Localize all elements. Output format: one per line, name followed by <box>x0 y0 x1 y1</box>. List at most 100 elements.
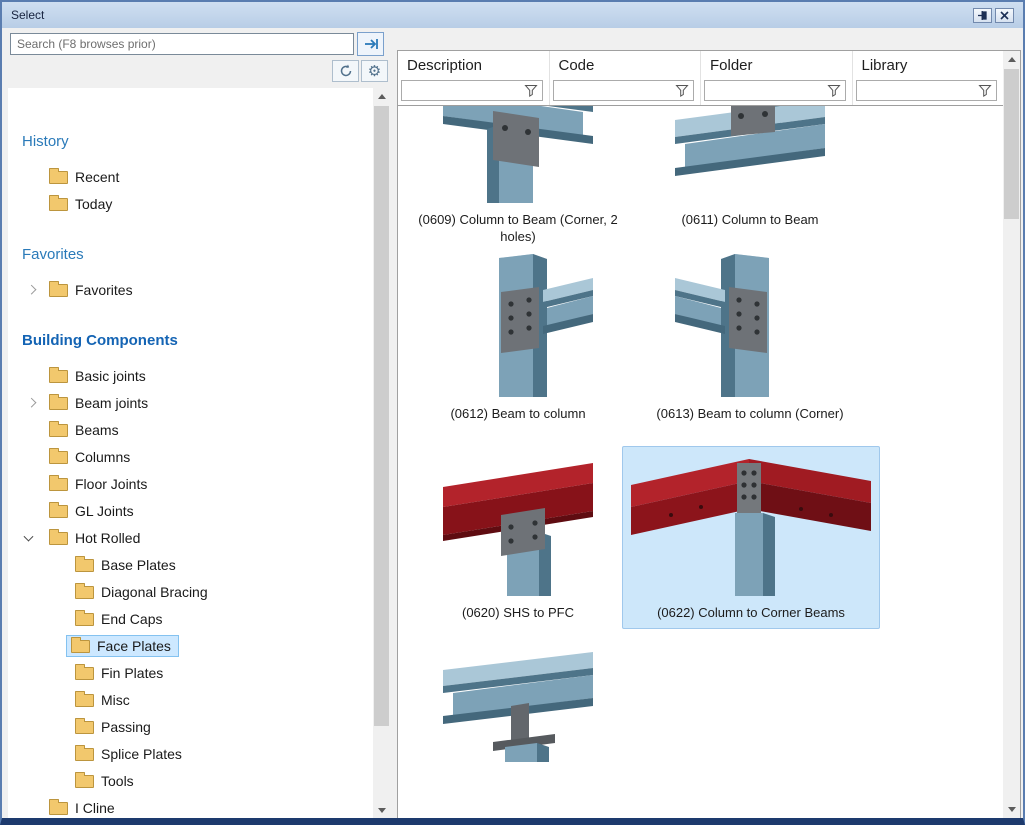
tree-item-partial-bottom[interactable]: I Cline <box>8 794 372 819</box>
scroll-up-button[interactable] <box>1003 51 1020 68</box>
component-grid-panel: Description Code F <box>397 50 1021 819</box>
shs-to-ub-thumbnail <box>443 644 593 762</box>
description-filter-input[interactable] <box>401 80 543 101</box>
folder-icon <box>75 667 94 680</box>
search-go-button[interactable] <box>357 32 384 56</box>
column-header-description[interactable]: Description <box>398 51 550 105</box>
folder-icon <box>75 748 94 761</box>
tree-item-beams[interactable]: Beams <box>8 416 372 443</box>
chevron-down-icon[interactable] <box>24 531 34 541</box>
tree-item-end-caps[interactable]: End Caps <box>8 605 372 632</box>
tree-item-basic-joints[interactable]: Basic joints <box>8 362 372 389</box>
folder-icon <box>75 613 94 626</box>
tree-item-recent[interactable]: Recent <box>8 163 372 190</box>
folder-icon <box>49 424 68 437</box>
column-to-beam-thumbnail <box>675 106 825 203</box>
component-item-0622[interactable]: (0622) Column to Corner Beams <box>622 446 880 629</box>
component-grid-body: (0609) Column to Beam (Corner, 2 holes) <box>398 106 1003 762</box>
component-caption: (0612) Beam to column <box>450 406 585 423</box>
tree-section-building-components[interactable]: Building Components <box>8 327 372 354</box>
tree-item-gl-joints[interactable]: GL Joints <box>8 497 372 524</box>
tree-item-face-plates[interactable]: Face Plates <box>8 632 372 659</box>
tree-section-history[interactable]: History <box>8 128 372 155</box>
folder-icon <box>75 721 94 734</box>
scrollbar-thumb[interactable] <box>1004 69 1019 219</box>
select-dialog-window: Select <box>0 0 1025 825</box>
tree-item-favorites[interactable]: Favorites <box>8 276 372 303</box>
settings-button[interactable]: ⚙ <box>361 60 388 82</box>
title-bar[interactable]: Select <box>2 2 1023 28</box>
beam-to-column-thumbnail <box>443 252 593 397</box>
tree-item-diagonal-bracing[interactable]: Diagonal Bracing <box>8 578 372 605</box>
component-item-0611[interactable]: (0611) Column to Beam <box>634 106 866 229</box>
folder-icon <box>49 532 68 545</box>
arrow-down-icon <box>1008 807 1016 812</box>
refresh-icon <box>339 64 353 78</box>
pin-button[interactable] <box>973 8 992 23</box>
folder-filter-input[interactable] <box>704 80 846 101</box>
folder-icon <box>49 397 68 410</box>
folder-icon <box>49 198 68 211</box>
component-caption: (0620) SHS to PFC <box>462 605 574 622</box>
folder-icon <box>49 370 68 383</box>
search-input[interactable] <box>10 33 354 55</box>
tree-item-columns[interactable]: Columns <box>8 443 372 470</box>
folder-icon <box>71 640 90 653</box>
gear-icon: ⚙ <box>368 64 381 79</box>
library-filter-input[interactable] <box>856 80 998 101</box>
close-icon <box>1000 11 1009 20</box>
tree-item-hot-rolled[interactable]: Hot Rolled <box>8 524 372 551</box>
component-item-0613[interactable]: (0613) Beam to column (Corner) <box>634 252 866 423</box>
component-tree-panel: History Recent Today Favorites Favorites… <box>8 88 390 819</box>
tree-item-passing[interactable]: Passing <box>8 713 372 740</box>
tree-item-splice-plates[interactable]: Splice Plates <box>8 740 372 767</box>
chevron-right-icon[interactable] <box>27 397 37 407</box>
tree-scrollbar[interactable] <box>373 88 390 819</box>
column-header-code[interactable]: Code <box>550 51 702 105</box>
scroll-down-button[interactable] <box>1003 801 1020 818</box>
column-to-beam-corner-2-holes-thumbnail <box>443 106 593 203</box>
component-caption: (0613) Beam to column (Corner) <box>656 406 843 423</box>
scroll-up-button[interactable] <box>373 88 390 105</box>
grid-header: Description Code F <box>398 51 1003 106</box>
filter-funnel-icon <box>978 84 993 97</box>
tree-item-today[interactable]: Today <box>8 190 372 217</box>
arrow-up-icon <box>378 94 386 99</box>
folder-icon <box>75 559 94 572</box>
arrow-up-icon <box>1008 57 1016 62</box>
component-caption: (0609) Column to Beam (Corner, 2 holes) <box>414 212 622 246</box>
filter-funnel-icon <box>827 84 842 97</box>
component-item-0620[interactable]: (0620) SHS to PFC <box>402 451 634 622</box>
building-components-header-label: Building Components <box>22 332 178 349</box>
scroll-down-button[interactable] <box>373 802 390 819</box>
scrollbar-thumb[interactable] <box>374 106 389 726</box>
pin-icon <box>977 10 988 21</box>
folder-icon <box>75 775 94 788</box>
grid-scrollbar[interactable] <box>1003 51 1020 818</box>
component-caption: (0622) Column to Corner Beams <box>657 605 845 622</box>
chevron-right-icon[interactable] <box>27 284 37 294</box>
close-button[interactable] <box>995 8 1014 23</box>
column-header-folder[interactable]: Folder <box>701 51 853 105</box>
refresh-button[interactable] <box>332 60 359 82</box>
column-to-corner-beams-thumbnail <box>631 451 871 596</box>
filter-funnel-icon <box>524 84 539 97</box>
tree-item-base-plates[interactable]: Base Plates <box>8 551 372 578</box>
tree-item-tools[interactable]: Tools <box>8 767 372 794</box>
column-header-library[interactable]: Library <box>853 51 1004 105</box>
folder-icon <box>49 171 68 184</box>
tree-item-floor-joints[interactable]: Floor Joints <box>8 470 372 497</box>
go-arrow-icon <box>363 37 379 51</box>
shs-to-pfc-thumbnail <box>443 451 593 596</box>
folder-icon <box>49 478 68 491</box>
component-item-0609[interactable]: (0609) Column to Beam (Corner, 2 holes) <box>402 106 634 246</box>
folder-icon <box>49 802 68 815</box>
component-item-0805[interactable]: (0805) SHS to UB <box>402 644 634 762</box>
tree-item-fin-plates[interactable]: Fin Plates <box>8 659 372 686</box>
tree-item-misc[interactable]: Misc <box>8 686 372 713</box>
tree-section-favorites[interactable]: Favorites <box>8 241 372 268</box>
component-item-0612[interactable]: (0612) Beam to column <box>402 252 634 423</box>
beam-to-column-corner-thumbnail <box>675 252 825 397</box>
code-filter-input[interactable] <box>553 80 695 101</box>
tree-item-beam-joints[interactable]: Beam joints <box>8 389 372 416</box>
